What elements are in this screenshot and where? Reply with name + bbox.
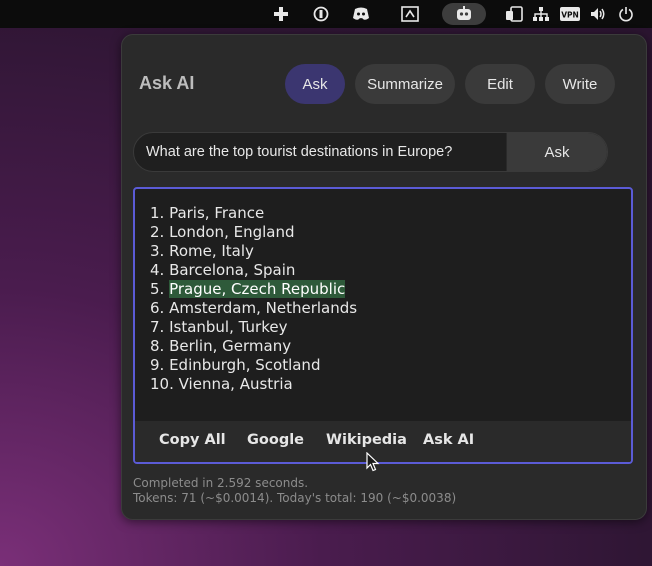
status-tokens-text: Tokens: 71 (~$0.0014). Today's total: 19…: [133, 491, 457, 505]
volume-icon[interactable]: [588, 4, 608, 24]
submit-ask-button[interactable]: Ask: [506, 133, 607, 171]
result-item: 1. Paris, France: [150, 204, 265, 222]
result-item-highlighted: 5. Prague, Czech Republic: [150, 280, 357, 299]
panel-title: Ask AI: [139, 73, 195, 93]
google-button[interactable]: Google: [247, 432, 304, 448]
screenshot-icon[interactable]: [400, 4, 420, 24]
result-item: 4. Barcelona, Spain: [150, 261, 296, 279]
status-completed-text: Completed in 2.592 seconds.: [133, 476, 309, 490]
network-wired-icon[interactable]: [531, 4, 551, 24]
caffeine-icon[interactable]: [312, 4, 330, 24]
query-bar: Ask: [133, 132, 608, 172]
result-item: 9. Edinburgh, Scotland: [150, 356, 321, 374]
mode-edit-button[interactable]: Edit: [465, 64, 535, 104]
result-item: 8. Berlin, Germany: [150, 337, 292, 355]
query-input[interactable]: [134, 133, 508, 171]
mode-ask-button[interactable]: Ask: [285, 64, 345, 104]
selection-actions-bar: Copy All Google Wikipedia Ask AI: [135, 421, 631, 462]
mode-summarize-button[interactable]: Summarize: [355, 64, 455, 104]
discord-icon[interactable]: [351, 4, 371, 24]
result-item: 2. London, England: [150, 223, 295, 241]
ask-ai-button[interactable]: Ask AI: [423, 432, 474, 448]
vpn-icon[interactable]: VPN: [559, 4, 581, 24]
copy-all-button[interactable]: Copy All: [159, 432, 226, 448]
top-bar: VPN: [0, 0, 652, 28]
result-item: 6. Amsterdam, Netherlands: [150, 299, 358, 317]
result-list: 1. Paris, France 2. London, England 3. R…: [150, 204, 357, 394]
extensions-icon[interactable]: [272, 4, 290, 24]
result-item: 7. Istanbul, Turkey: [150, 318, 288, 336]
ai-assistant-icon[interactable]: [454, 4, 474, 24]
svg-text:VPN: VPN: [561, 11, 579, 20]
result-item-number: 5.: [150, 280, 170, 298]
mouse-cursor-icon: [366, 451, 380, 477]
wikipedia-button[interactable]: Wikipedia: [326, 432, 407, 448]
selected-text[interactable]: Prague, Czech Republic: [169, 280, 346, 298]
mode-write-button[interactable]: Write: [545, 64, 615, 104]
power-icon[interactable]: [616, 4, 636, 24]
cast-icon[interactable]: [504, 4, 524, 24]
result-item: 3. Rome, Italy: [150, 242, 254, 260]
result-box[interactable]: 1. Paris, France 2. London, England 3. R…: [133, 187, 633, 464]
result-item: 10. Vienna, Austria: [150, 375, 293, 393]
